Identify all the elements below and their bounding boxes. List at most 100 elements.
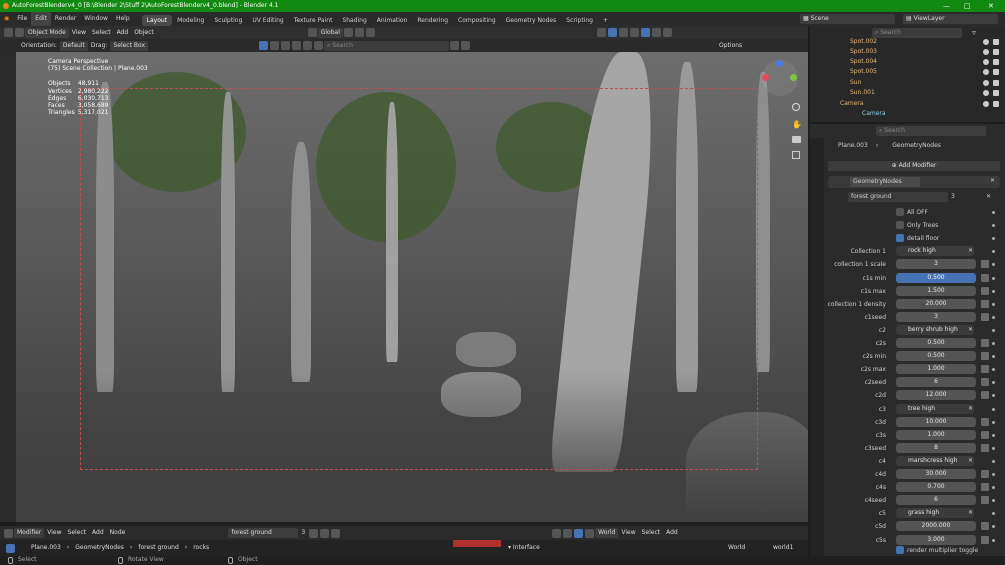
render-camera-icon[interactable] xyxy=(993,90,999,96)
collection-field[interactable]: marshcress high xyxy=(896,455,974,466)
attribute-toggle-icon[interactable] xyxy=(981,417,989,426)
visibility-eye-icon[interactable] xyxy=(983,59,989,65)
keyframe-dot-icon[interactable] xyxy=(992,433,995,437)
menu-select[interactable]: Select xyxy=(639,528,664,538)
clear-icon[interactable]: ✕ xyxy=(968,456,973,466)
node-group-name[interactable]: forest ground xyxy=(848,192,948,202)
attribute-toggle-icon[interactable] xyxy=(981,496,989,505)
keyframe-dot-icon[interactable] xyxy=(992,459,995,463)
breadcrumb-item[interactable]: rocks xyxy=(190,543,212,553)
outliner-item[interactable]: Spot.004 xyxy=(850,57,877,67)
orientation-dropdown[interactable]: Default xyxy=(59,40,88,51)
world-dropdown[interactable]: World xyxy=(595,528,619,538)
keyframe-dot-icon[interactable] xyxy=(992,407,995,411)
editor-type-icon[interactable] xyxy=(4,528,13,538)
drag-dropdown[interactable]: Select Box xyxy=(110,40,149,51)
clear-icon[interactable]: ✕ xyxy=(968,325,973,335)
attribute-toggle-icon[interactable] xyxy=(981,365,989,374)
clear-icon[interactable]: ✕ xyxy=(968,246,973,256)
number-field[interactable]: 3 xyxy=(896,311,976,322)
outliner-item[interactable]: Sun xyxy=(850,78,861,88)
number-field[interactable]: 1.000 xyxy=(896,429,976,440)
material-shading-icon[interactable] xyxy=(651,28,661,37)
rendered-shading-icon[interactable] xyxy=(662,28,672,37)
number-field[interactable]: 6 xyxy=(896,377,976,388)
render-camera-icon[interactable] xyxy=(993,39,999,45)
outliner-item[interactable]: Camera xyxy=(862,109,886,119)
keyframe-dot-icon[interactable] xyxy=(992,211,995,214)
menu-view[interactable]: View xyxy=(69,28,89,38)
outliner-search-input[interactable]: ⌕ Search xyxy=(872,28,962,38)
clear-icon[interactable]: ✕ xyxy=(968,404,973,414)
render-camera-icon[interactable] xyxy=(993,69,999,75)
number-field[interactable]: 30.000 xyxy=(896,469,976,479)
visibility-eye-icon[interactable] xyxy=(983,80,989,86)
number-field[interactable]: 0.500 xyxy=(896,338,976,348)
zoom-icon[interactable] xyxy=(792,103,800,111)
keyframe-dot-icon[interactable] xyxy=(992,250,995,254)
menu-file[interactable]: File xyxy=(13,12,31,26)
menu-select[interactable]: Select xyxy=(89,28,114,38)
menu-node[interactable]: Node xyxy=(107,528,129,538)
gizmo-icon[interactable] xyxy=(596,28,606,37)
properties-search-input[interactable]: ⌕ Search xyxy=(876,126,986,136)
tab-animation[interactable]: Animation xyxy=(372,15,413,26)
minimize-icon[interactable]: — xyxy=(943,2,950,10)
viewport-search-input[interactable]: ⌕ Search xyxy=(324,40,450,51)
attribute-toggle-icon[interactable] xyxy=(981,522,989,531)
select-mode-icon[interactable] xyxy=(259,41,269,50)
number-field[interactable]: 8 xyxy=(896,442,976,453)
proportional-edit-icon[interactable] xyxy=(365,28,375,37)
node-group-dropdown[interactable]: forest ground xyxy=(228,528,299,538)
world-selector[interactable]: World xyxy=(725,543,748,553)
outliner-item[interactable]: Camera xyxy=(840,99,864,109)
keyframe-dot-icon[interactable] xyxy=(992,420,995,424)
outliner-item[interactable]: Sun.001 xyxy=(850,88,875,98)
render-camera-icon[interactable] xyxy=(993,49,999,55)
keyframe-dot-icon[interactable] xyxy=(992,525,995,529)
attribute-toggle-icon[interactable] xyxy=(981,312,989,321)
number-field[interactable]: 2000.000 xyxy=(896,521,976,532)
add-modifier-button[interactable]: ⊕ Add Modifier xyxy=(828,161,1000,171)
snap-icon[interactable] xyxy=(354,28,364,37)
remove-modifier-icon[interactable]: ✕ xyxy=(990,177,995,184)
keyframe-dot-icon[interactable] xyxy=(992,381,995,385)
menu-add[interactable]: Add xyxy=(114,28,132,38)
pin-icon[interactable] xyxy=(331,528,341,538)
select-mode-icon[interactable] xyxy=(303,41,313,50)
keyframe-dot-icon[interactable] xyxy=(992,512,995,516)
number-field[interactable]: 1.500 xyxy=(896,285,976,296)
axis-z-icon[interactable] xyxy=(776,60,783,67)
visibility-eye-icon[interactable] xyxy=(983,49,989,55)
checkbox[interactable] xyxy=(896,234,904,243)
menu-help[interactable]: Help xyxy=(112,12,134,26)
keyframe-dot-icon[interactable] xyxy=(992,394,995,398)
world-node[interactable]: world1 xyxy=(770,543,796,553)
select-mode-icon[interactable] xyxy=(270,41,280,50)
overlay-icon[interactable] xyxy=(563,528,573,538)
close-icon[interactable]: ✕ xyxy=(988,2,994,10)
tab-texture-paint[interactable]: Texture Paint xyxy=(289,15,338,26)
number-field[interactable]: 3.000 xyxy=(896,534,976,545)
keyframe-dot-icon[interactable] xyxy=(992,315,995,319)
checkbox[interactable] xyxy=(896,546,904,554)
number-field[interactable]: 10.000 xyxy=(896,416,976,427)
keyframe-dot-icon[interactable] xyxy=(992,224,995,228)
filter-icon[interactable]: ▿ xyxy=(972,28,976,37)
attribute-toggle-icon[interactable] xyxy=(981,286,989,295)
attribute-toggle-icon[interactable] xyxy=(981,535,989,544)
keyframe-dot-icon[interactable] xyxy=(992,302,995,306)
blender-menu-icon[interactable]: ◉ xyxy=(0,12,13,26)
interface-panel-toggle[interactable]: ▾ Interface xyxy=(505,543,543,553)
attribute-toggle-icon[interactable] xyxy=(981,299,989,308)
attribute-toggle-icon[interactable] xyxy=(981,470,989,478)
keyframe-dot-icon[interactable] xyxy=(992,263,995,267)
render-camera-icon[interactable] xyxy=(993,101,999,107)
number-field[interactable]: 3 xyxy=(896,259,976,270)
number-field[interactable]: 0.500 xyxy=(896,351,976,362)
attribute-toggle-icon[interactable] xyxy=(981,378,989,387)
scene-selector[interactable]: ▦ Scene xyxy=(800,14,895,24)
camera-view-icon[interactable] xyxy=(792,136,801,143)
keyframe-dot-icon[interactable] xyxy=(992,276,995,280)
tab-layout[interactable]: Layout xyxy=(141,14,173,26)
